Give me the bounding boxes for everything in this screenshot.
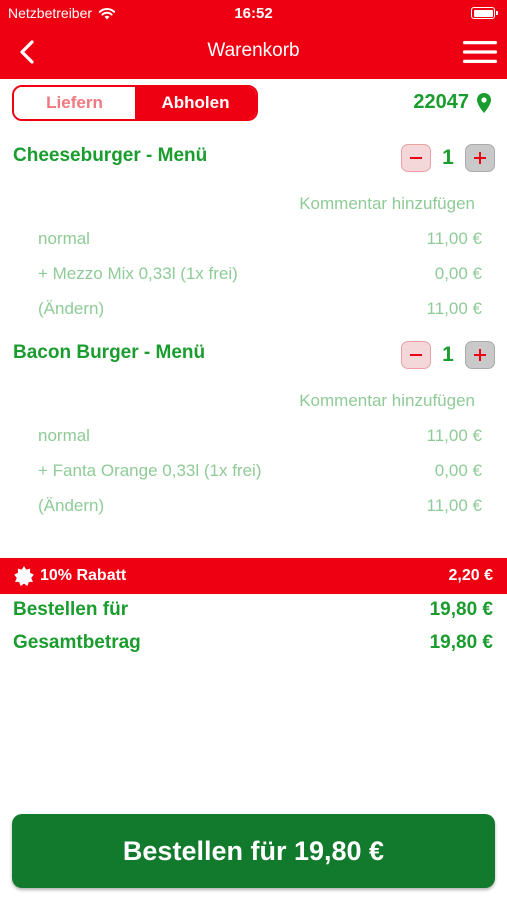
option-line: (Ändern) 11,00 € [38,299,482,319]
change-option-link[interactable]: (Ändern) [38,299,104,319]
location-pin-icon [477,92,491,113]
location-zip[interactable]: 22047 [413,91,491,114]
option-label: normal [38,426,90,445]
place-order-button[interactable]: Bestellen für 19,80 € [12,814,495,888]
quantity-value: 1 [442,343,454,366]
plus-icon [474,152,486,164]
option-line: normal 11,00 € [38,229,482,249]
total-value: 19,80 € [429,632,493,653]
hamburger-menu-icon [463,41,497,63]
order-for-row: Bestellen für 19,80 € [13,599,493,621]
discount-amount: 2,20 € [448,567,493,584]
menu-button[interactable] [463,38,497,66]
pickup-tab[interactable]: Abholen [135,87,256,119]
plus-icon [474,349,486,361]
delivery-mode-toggle: Liefern Abholen [12,85,258,121]
option-line: normal 11,00 € [38,426,482,446]
total-label: Gesamtbetrag [13,632,141,653]
option-price: 11,00 € [426,229,482,248]
option-line: (Ändern) 11,00 € [38,496,482,516]
status-time: 16:52 [234,5,273,22]
page-title: Warenkorb [207,40,300,61]
option-label: normal [38,229,90,248]
deliver-tab[interactable]: Liefern [14,87,135,119]
discount-badge-icon [14,566,34,586]
battery-icon [471,7,498,19]
order-for-value: 19,80 € [429,599,493,620]
quantity-value: 1 [442,146,454,169]
option-line: + Mezzo Mix 0,33l (1x frei) 0,00 € [38,264,482,284]
option-label: + Mezzo Mix 0,33l (1x frei) [38,264,238,283]
option-price: 0,00 € [434,264,482,283]
change-option-link[interactable]: (Ändern) [38,496,104,516]
option-price: 0,00 € [434,461,482,480]
quantity-stepper: 1 [401,341,495,369]
option-label: + Fanta Orange 0,33l (1x frei) [38,461,262,480]
total-row: Gesamtbetrag 19,80 € [13,632,493,654]
option-price: 11,00 € [426,496,482,515]
quantity-stepper: 1 [401,144,495,172]
option-price: 11,00 € [426,426,482,445]
add-comment-link[interactable]: Kommentar hinzufügen [299,391,475,411]
app-header: Netzbetreiber 16:52 Warenkorb [0,0,507,79]
cart-item-name: Bacon Burger - Menü [13,342,206,363]
decrease-quantity-button[interactable] [401,144,431,172]
option-price: 11,00 € [426,299,482,318]
increase-quantity-button[interactable] [465,341,495,369]
minus-icon [410,157,422,159]
discount-bar: 10% Rabatt 2,20 € [0,558,507,594]
decrease-quantity-button[interactable] [401,341,431,369]
add-comment-link[interactable]: Kommentar hinzufügen [299,194,475,214]
minus-icon [410,354,422,356]
discount-label: 10% Rabatt [40,567,127,584]
cart-item-name: Cheeseburger - Menü [13,145,208,166]
zip-code: 22047 [413,91,469,113]
option-line: + Fanta Orange 0,33l (1x frei) 0,00 € [38,461,482,481]
order-for-label: Bestellen für [13,599,129,620]
increase-quantity-button[interactable] [465,144,495,172]
